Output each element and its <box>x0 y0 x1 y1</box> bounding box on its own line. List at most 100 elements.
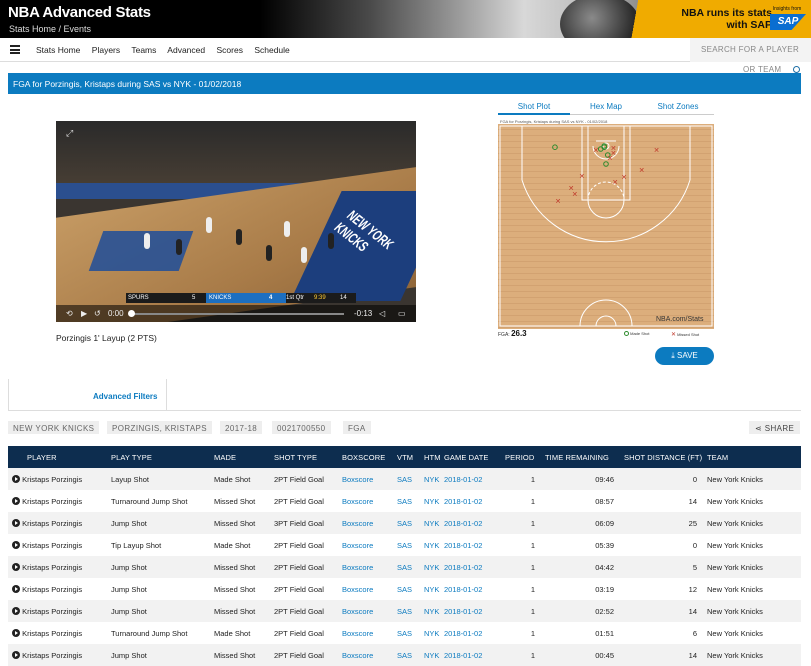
missed-shot-marker[interactable]: ✕ <box>639 168 645 175</box>
nav-item-scores[interactable]: Scores <box>216 45 242 55</box>
tab-hex-map[interactable]: Hex Map <box>570 102 642 111</box>
expand-icon[interactable]: ⤢ <box>66 128 73 139</box>
column-header[interactable]: TIME REMAINING <box>541 446 620 468</box>
table-cell[interactable]: Boxscore <box>338 644 393 666</box>
table-cell[interactable]: 2018-01-02 <box>440 644 501 666</box>
column-header[interactable]: TEAM <box>703 446 801 468</box>
missed-shot-marker[interactable]: ✕ <box>612 180 618 187</box>
table-cell[interactable]: SAS <box>393 534 420 556</box>
table-cell[interactable]: SAS <box>393 622 420 644</box>
play-video-icon[interactable] <box>12 540 20 549</box>
save-button[interactable]: ⤓ SAVE <box>655 347 714 365</box>
table-cell[interactable]: 2018-01-02 <box>440 578 501 600</box>
table-cell[interactable]: SAS <box>393 556 420 578</box>
missed-shot-marker[interactable]: ✕ <box>579 174 585 181</box>
table-cell[interactable]: Boxscore <box>338 490 393 512</box>
table-cell[interactable]: 2018-01-02 <box>440 600 501 622</box>
table-cell[interactable]: Boxscore <box>338 534 393 556</box>
chip-team[interactable]: NEW YORK KNICKS <box>8 421 100 434</box>
chip-game-id[interactable]: 0021700550 <box>272 421 331 434</box>
chip-season[interactable]: 2017-18 <box>220 421 263 434</box>
play-video-icon[interactable] <box>12 628 20 637</box>
table-cell[interactable]: SAS <box>393 490 420 512</box>
table-cell[interactable]: NYK <box>420 468 440 490</box>
rewind-icon[interactable]: ⟲ <box>66 309 73 318</box>
table-cell: Turnaround Jump Shot <box>107 622 210 644</box>
table-cell[interactable]: SAS <box>393 468 420 490</box>
table-cell[interactable]: 2018-01-02 <box>440 490 501 512</box>
column-header[interactable]: HTM <box>420 446 440 468</box>
column-header[interactable]: PLAY TYPE <box>107 446 210 468</box>
chip-stat[interactable]: FGA <box>343 421 371 434</box>
chip-player[interactable]: PORZINGIS, KRISTAPS <box>107 421 213 434</box>
table-cell[interactable]: Boxscore <box>338 600 393 622</box>
table-cell[interactable]: SAS <box>393 512 420 534</box>
column-header[interactable]: BOXSCORE <box>338 446 393 468</box>
table-cell[interactable]: NYK <box>420 534 440 556</box>
tab-shot-zones[interactable]: Shot Zones <box>642 102 714 111</box>
settings-icon[interactable]: ▭ <box>398 309 406 318</box>
table-cell[interactable]: NYK <box>420 622 440 644</box>
tab-shot-plot[interactable]: Shot Plot <box>498 102 570 115</box>
play-video-icon[interactable] <box>12 496 20 505</box>
replay-icon[interactable]: ↺ <box>94 309 101 318</box>
column-header[interactable]: PLAYER <box>8 446 107 468</box>
hamburger-menu-icon[interactable] <box>10 45 20 54</box>
table-cell[interactable]: 2018-01-02 <box>440 534 501 556</box>
play-video-icon[interactable] <box>12 518 20 527</box>
play-video-icon[interactable] <box>12 474 20 483</box>
table-cell[interactable]: Boxscore <box>338 622 393 644</box>
missed-shot-marker[interactable]: ✕ <box>593 148 599 155</box>
advanced-filters-tab[interactable]: Advanced Filters <box>8 379 167 411</box>
table-cell[interactable]: 2018-01-02 <box>440 468 501 490</box>
table-cell[interactable]: Boxscore <box>338 468 393 490</box>
column-header[interactable]: SHOT TYPE <box>270 446 338 468</box>
volume-icon[interactable]: ◁ <box>379 309 385 318</box>
nav-item-players[interactable]: Players <box>92 45 120 55</box>
play-video-icon[interactable] <box>12 562 20 571</box>
table-cell[interactable]: NYK <box>420 578 440 600</box>
share-button[interactable]: ⋖ SHARE <box>749 421 801 434</box>
table-cell[interactable]: NYK <box>420 556 440 578</box>
seek-handle[interactable] <box>128 310 135 317</box>
column-header[interactable]: MADE <box>210 446 270 468</box>
sap-promo[interactable]: NBA runs its stats with SAP Insights from… <box>626 0 811 38</box>
missed-shot-marker[interactable]: ✕ <box>621 175 627 182</box>
table-cell[interactable]: NYK <box>420 644 440 666</box>
play-video-icon[interactable] <box>12 584 20 593</box>
table-cell[interactable]: 2018-01-02 <box>440 622 501 644</box>
table-cell[interactable]: 2018-01-02 <box>440 512 501 534</box>
search-icon[interactable] <box>793 66 800 73</box>
seek-bar[interactable] <box>132 313 344 315</box>
search-input[interactable]: SEARCH FOR A PLAYER <box>690 38 811 62</box>
missed-shot-marker[interactable]: ✕ <box>607 156 613 163</box>
missed-shot-marker[interactable]: ✕ <box>572 192 578 199</box>
table-cell[interactable]: SAS <box>393 578 420 600</box>
table-cell[interactable]: Boxscore <box>338 512 393 534</box>
play-video-icon[interactable] <box>12 650 20 659</box>
column-header[interactable]: PERIOD <box>501 446 541 468</box>
table-cell[interactable]: NYK <box>420 512 440 534</box>
site-title[interactable]: NBA Advanced Stats <box>8 4 151 21</box>
table-cell[interactable]: SAS <box>393 600 420 622</box>
nav-item-advanced[interactable]: Advanced <box>167 45 205 55</box>
table-cell[interactable]: Boxscore <box>338 556 393 578</box>
play-icon[interactable]: ▶ <box>81 309 87 318</box>
column-header[interactable]: GAME DATE <box>440 446 501 468</box>
table-cell[interactable]: SAS <box>393 644 420 666</box>
video-player[interactable]: NEW YORK KNICKS ⤢ SPURS 5 KNICKS 4 1st Q… <box>56 121 416 322</box>
table-cell[interactable]: NYK <box>420 490 440 512</box>
table-cell: Kristaps Porzingis <box>8 644 107 666</box>
table-cell[interactable]: 2018-01-02 <box>440 556 501 578</box>
play-video-icon[interactable] <box>12 606 20 615</box>
nav-item-teams[interactable]: Teams <box>131 45 156 55</box>
table-cell[interactable]: Boxscore <box>338 578 393 600</box>
table-cell[interactable]: NYK <box>420 600 440 622</box>
column-header[interactable]: SHOT DISTANCE (FT) <box>620 446 703 468</box>
column-header[interactable]: VTM <box>393 446 420 468</box>
nav-item-schedule[interactable]: Schedule <box>254 45 289 55</box>
nav-item-stats-home[interactable]: Stats Home <box>36 45 80 55</box>
missed-shot-marker[interactable]: ✕ <box>654 148 660 155</box>
breadcrumb[interactable]: Stats Home / Events <box>9 24 91 34</box>
missed-shot-marker[interactable]: ✕ <box>555 199 561 206</box>
